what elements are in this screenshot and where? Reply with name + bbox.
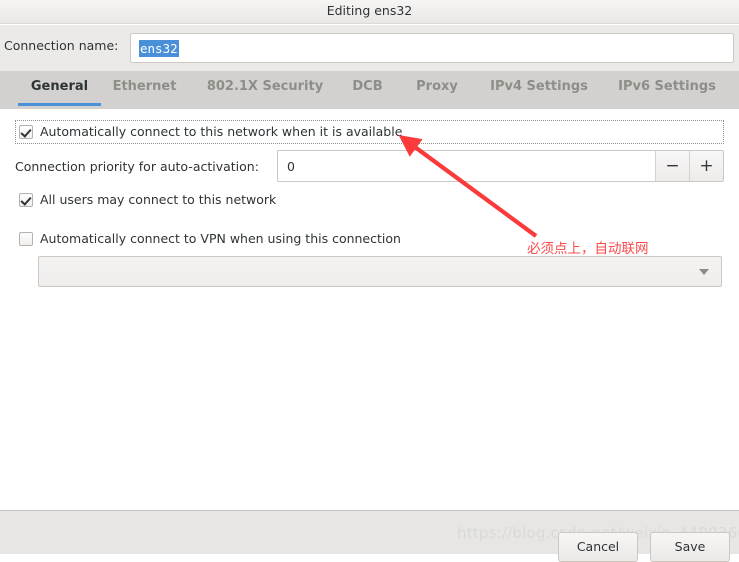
vpn-connection-dropdown[interactable] (38, 256, 722, 287)
annotation-text: 必须点上，自动联网 (527, 241, 649, 257)
tab-ipv6-settings[interactable]: IPv6 Settings (611, 71, 723, 109)
auto-connect-checkbox[interactable] (19, 124, 33, 139)
chevron-down-icon (699, 269, 709, 275)
connection-priority-value[interactable]: 0 (278, 151, 655, 181)
auto-connect-checkbox-row[interactable]: Automatically connect to this network wh… (19, 124, 402, 139)
general-tab-panel: Automatically connect to this network wh… (0, 109, 739, 511)
tab-general[interactable]: General (18, 71, 101, 109)
connection-name-input[interactable]: ens32 (130, 33, 734, 63)
connection-name-value: ens32 (139, 40, 179, 57)
auto-connect-label: Automatically connect to this network wh… (40, 124, 403, 139)
connection-priority-spinner[interactable]: 0 − + (277, 150, 724, 182)
tab-802-1x-security[interactable]: 802.1X Security (200, 71, 330, 109)
all-users-checkbox[interactable] (19, 192, 33, 207)
priority-decrement-button[interactable]: − (655, 151, 689, 181)
tab-ethernet[interactable]: Ethernet (106, 71, 183, 109)
auto-vpn-label: Automatically connect to VPN when using … (40, 231, 401, 246)
all-users-checkbox-row[interactable]: All users may connect to this network (19, 192, 276, 207)
tab-proxy[interactable]: Proxy (412, 71, 462, 109)
window-title: Editing ens32 (326, 3, 413, 18)
title-bar: Editing ens32 (0, 0, 739, 24)
connection-name-label: Connection name: (4, 38, 119, 53)
auto-vpn-checkbox[interactable] (19, 231, 33, 246)
save-button[interactable]: Save (650, 532, 730, 562)
cancel-button[interactable]: Cancel (558, 532, 638, 562)
connection-priority-label: Connection priority for auto-activation: (15, 159, 259, 174)
auto-vpn-checkbox-row[interactable]: Automatically connect to VPN when using … (19, 231, 401, 246)
editing-connection-dialog: Editing ens32 Connection name: ens32 Gen… (0, 0, 739, 562)
tab-ipv4-settings[interactable]: IPv4 Settings (483, 71, 595, 109)
priority-increment-button[interactable]: + (689, 151, 723, 181)
tab-dcb[interactable]: DCB (349, 71, 386, 109)
all-users-label: All users may connect to this network (40, 192, 277, 207)
tab-bar: General Ethernet 802.1X Security DCB Proxy IP… (0, 71, 739, 109)
